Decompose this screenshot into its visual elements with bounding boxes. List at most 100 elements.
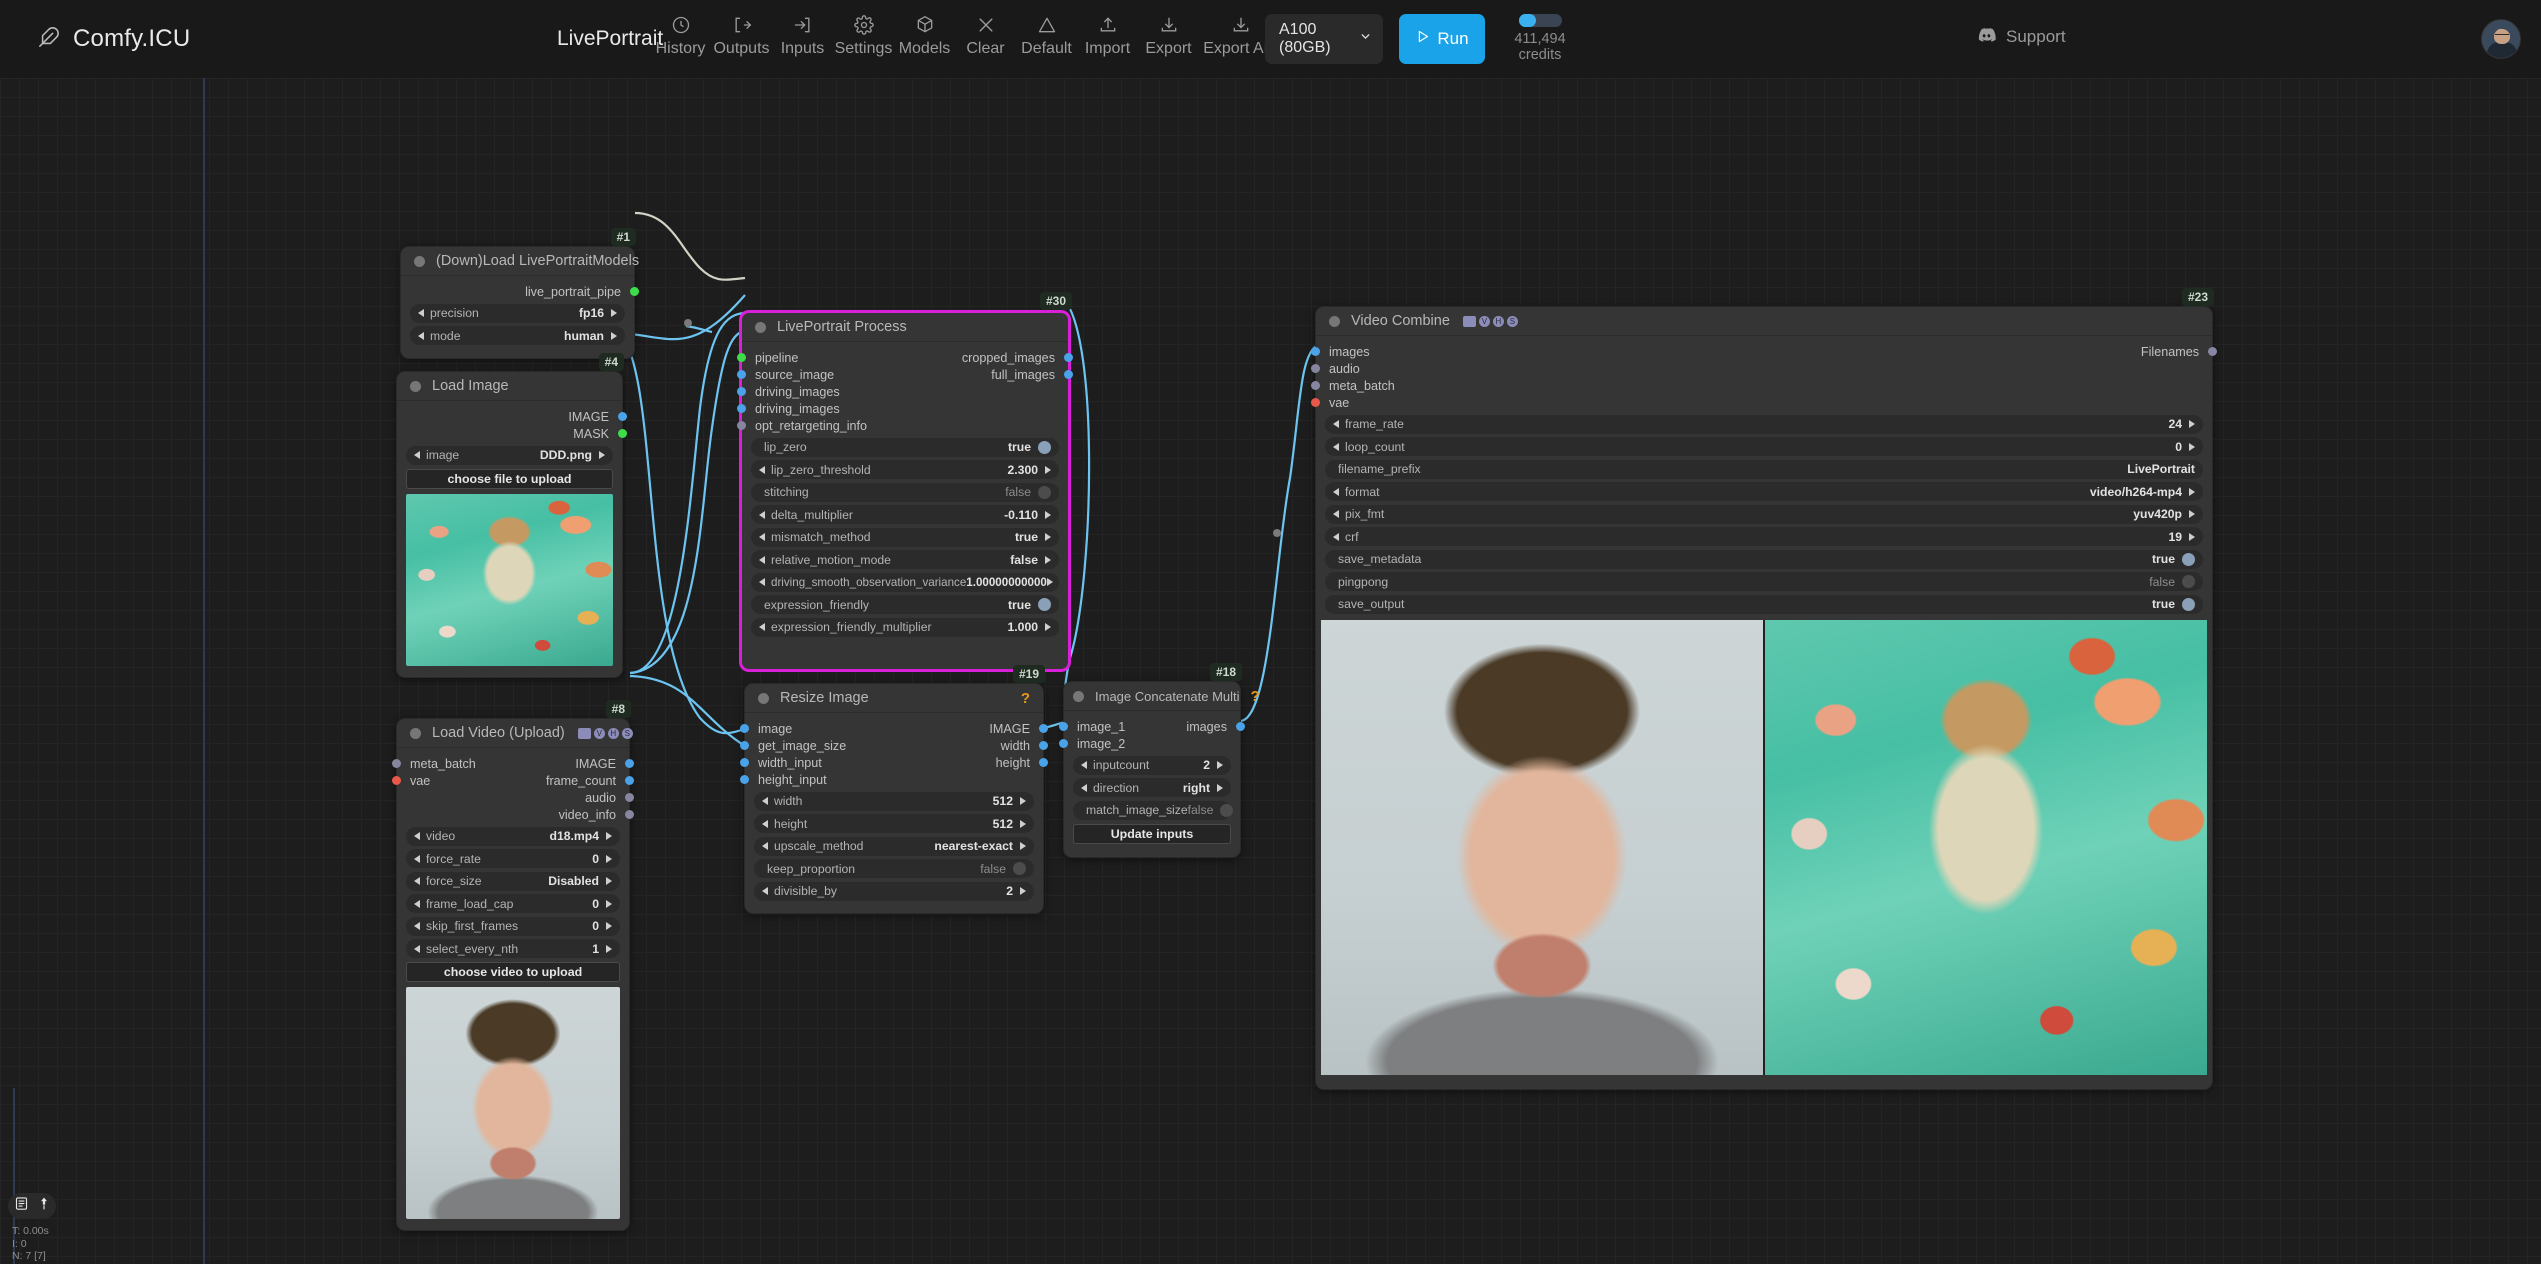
increment-arrow-icon[interactable] xyxy=(1217,761,1223,769)
toolbar-export[interactable]: Export xyxy=(1138,9,1199,58)
output-socket-image[interactable] xyxy=(1039,724,1048,733)
widget-frame-load-cap[interactable]: frame_load_cap 0 xyxy=(406,894,620,913)
socket-row[interactable]: images Filenames xyxy=(1311,343,2217,360)
input-socket-opt-retargeting-info[interactable] xyxy=(737,421,746,430)
collapse-dot-icon[interactable] xyxy=(410,727,421,739)
input-socket-get-image-size[interactable] xyxy=(740,741,749,750)
run-button[interactable]: Run xyxy=(1399,14,1485,64)
output-socket-full-images[interactable] xyxy=(1064,370,1073,379)
increment-arrow-icon[interactable] xyxy=(1045,533,1051,541)
socket-row[interactable]: image IMAGE xyxy=(740,720,1048,737)
widget-keep-proportion[interactable]: keep_proportion false xyxy=(754,859,1034,878)
increment-arrow-icon[interactable] xyxy=(611,309,617,317)
input-socket-row[interactable]: driving_images xyxy=(737,383,1068,400)
toolbar-outputs[interactable]: Outputs xyxy=(711,9,772,58)
input-socket-row[interactable]: opt_retargeting_info xyxy=(737,417,1068,434)
decrement-arrow-icon[interactable] xyxy=(1333,487,1339,496)
widget-expression-friendly[interactable]: expression_friendly true xyxy=(751,595,1059,614)
update-inputs-button[interactable]: Update inputs xyxy=(1073,823,1231,844)
increment-arrow-icon[interactable] xyxy=(606,854,612,863)
increment-arrow-icon[interactable] xyxy=(1020,842,1026,850)
input-socket-row[interactable]: image_2 xyxy=(1059,735,1240,752)
increment-arrow-icon[interactable] xyxy=(606,832,612,840)
input-socket-row[interactable]: audio xyxy=(1311,360,2212,377)
widget-height[interactable]: height 512 xyxy=(754,814,1034,833)
decrement-arrow-icon[interactable] xyxy=(414,832,420,840)
toggle-icon[interactable] xyxy=(1220,803,1234,817)
collapse-dot-icon[interactable] xyxy=(758,692,769,704)
socket-row[interactable]: source_image full_images xyxy=(737,366,1073,383)
widget-mismatch-method[interactable]: mismatch_method true xyxy=(751,527,1059,547)
decrement-arrow-icon[interactable] xyxy=(759,555,765,564)
video-preview-wrap[interactable] xyxy=(406,987,620,1219)
node-load-liveportrait-models[interactable]: #1 (Down)Load LivePortraitModels live_po… xyxy=(400,228,639,359)
output-socket-audio[interactable] xyxy=(625,793,634,802)
output-socket-image[interactable] xyxy=(618,412,627,421)
input-socket-row[interactable]: height_input xyxy=(740,771,1043,788)
output-socket-row[interactable]: live_portrait_pipe xyxy=(401,283,639,300)
toolbar-models[interactable]: Models xyxy=(894,9,955,58)
output-socket-video-info[interactable] xyxy=(625,810,634,819)
widget-driving-smooth-observation-variance[interactable]: driving_smooth_observation_variance 1.00… xyxy=(751,572,1059,592)
increment-arrow-icon[interactable] xyxy=(2189,420,2195,428)
increment-arrow-icon[interactable] xyxy=(1046,578,1053,586)
input-socket-driving-images-1[interactable] xyxy=(737,387,746,396)
output-socket-row[interactable]: video_info xyxy=(397,806,634,823)
workflow-canvas[interactable]: #1 (Down)Load LivePortraitModels live_po… xyxy=(0,78,2541,1264)
decrement-arrow-icon[interactable] xyxy=(414,944,420,953)
input-socket-meta-batch[interactable] xyxy=(392,759,401,768)
input-socket-pipeline[interactable] xyxy=(737,353,746,362)
decrement-arrow-icon[interactable] xyxy=(1333,532,1339,541)
input-socket-height-input[interactable] xyxy=(740,775,749,784)
collapse-dot-icon[interactable] xyxy=(755,321,766,333)
decrement-arrow-icon[interactable] xyxy=(762,887,768,895)
decrement-arrow-icon[interactable] xyxy=(418,331,424,340)
toolbar-history[interactable]: History xyxy=(650,9,711,58)
input-socket-image[interactable] xyxy=(740,724,749,733)
toolbar-default[interactable]: Default xyxy=(1016,9,1077,58)
input-socket-images[interactable] xyxy=(1311,347,1320,356)
widget-width[interactable]: width 512 xyxy=(754,791,1034,811)
increment-arrow-icon[interactable] xyxy=(606,899,612,908)
socket-row[interactable]: pipeline cropped_images xyxy=(737,349,1073,366)
increment-arrow-icon[interactable] xyxy=(2189,487,2195,496)
output-socket-width[interactable] xyxy=(1039,741,1048,750)
input-socket-image-1[interactable] xyxy=(1059,722,1068,731)
node-load-image[interactable]: #4 Load Image IMAGE MASK image DDD.png c… xyxy=(396,353,627,678)
increment-arrow-icon[interactable] xyxy=(1045,555,1051,564)
widget-delta-multiplier[interactable]: delta_multiplier -0.110 xyxy=(751,505,1059,524)
node-header[interactable]: (Down)Load LivePortraitModels xyxy=(401,247,639,276)
choose-file-to-upload-button[interactable]: choose file to upload xyxy=(406,468,613,489)
node-video-combine[interactable]: #23 Video Combine V H S images Filenames… xyxy=(1311,288,2217,1090)
increment-arrow-icon[interactable] xyxy=(2189,510,2195,518)
output-socket-filenames[interactable] xyxy=(2208,347,2217,356)
widget-upscale-method[interactable]: upscale_method nearest-exact xyxy=(754,836,1034,856)
widget-image[interactable]: image DDD.png xyxy=(406,445,613,465)
collapse-dot-icon[interactable] xyxy=(1073,690,1084,702)
input-socket-driving-images-2[interactable] xyxy=(737,404,746,413)
toggle-icon[interactable] xyxy=(2182,597,2195,611)
toggle-icon[interactable] xyxy=(2182,575,2195,588)
widget-format[interactable]: format video/h264-mp4 xyxy=(1325,482,2203,501)
increment-arrow-icon[interactable] xyxy=(1217,783,1223,792)
decrement-arrow-icon[interactable] xyxy=(762,797,768,805)
decrement-arrow-icon[interactable] xyxy=(414,922,420,930)
input-socket-width-input[interactable] xyxy=(740,758,749,767)
widget-inputcount[interactable]: inputcount 2 xyxy=(1073,755,1231,775)
canvas-toolbar[interactable] xyxy=(8,1193,56,1219)
choose-video-to-upload-button[interactable]: choose video to upload xyxy=(406,962,620,982)
input-socket-vae[interactable] xyxy=(392,776,401,785)
collapse-dot-icon[interactable] xyxy=(414,255,425,267)
increment-arrow-icon[interactable] xyxy=(1045,465,1051,474)
widget-relative-motion-mode[interactable]: relative_motion_mode false xyxy=(751,550,1059,569)
toggle-icon[interactable] xyxy=(1038,598,1051,611)
decrement-arrow-icon[interactable] xyxy=(1333,442,1339,451)
widget-lip-zero[interactable]: lip_zero true xyxy=(751,437,1059,457)
node-liveportrait-process[interactable]: #30 LivePortrait Process pipeline croppe… xyxy=(737,292,1073,671)
video-preview-left[interactable] xyxy=(1321,619,1763,1075)
widget-crf[interactable]: crf 19 xyxy=(1325,527,2203,546)
gpu-select[interactable]: A100 (80GB) xyxy=(1265,14,1383,64)
input-socket-row[interactable]: vae xyxy=(1311,394,2212,411)
toggle-icon[interactable] xyxy=(2182,552,2195,566)
increment-arrow-icon[interactable] xyxy=(611,331,617,340)
